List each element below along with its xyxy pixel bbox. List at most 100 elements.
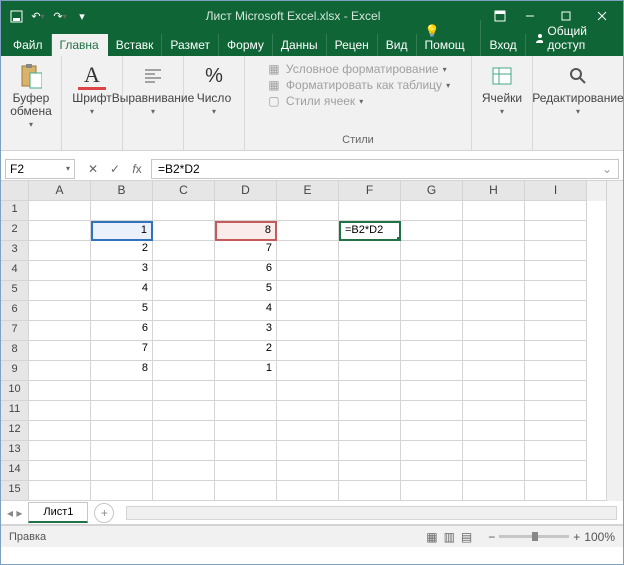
cell-A12[interactable] — [29, 421, 91, 441]
cell-B8[interactable]: 7 — [91, 341, 153, 361]
cell-A10[interactable] — [29, 381, 91, 401]
cell-E5[interactable] — [277, 281, 339, 301]
cell-F10[interactable] — [339, 381, 401, 401]
cell-B13[interactable] — [91, 441, 153, 461]
cell-E15[interactable] — [277, 481, 339, 501]
cell-C9[interactable] — [153, 361, 215, 381]
cell-A14[interactable] — [29, 461, 91, 481]
ribbon-options-icon[interactable] — [489, 5, 511, 27]
cell-D3[interactable]: 7 — [215, 241, 277, 261]
cell-H1[interactable] — [463, 201, 525, 221]
cell-I3[interactable] — [525, 241, 587, 261]
cell-B4[interactable]: 3 — [91, 261, 153, 281]
cell-D10[interactable] — [215, 381, 277, 401]
cell-B5[interactable]: 4 — [91, 281, 153, 301]
cell-D9[interactable]: 1 — [215, 361, 277, 381]
cell-I7[interactable] — [525, 321, 587, 341]
cell-E2[interactable] — [277, 221, 339, 241]
row-header[interactable]: 5 — [1, 281, 29, 301]
cell-G5[interactable] — [401, 281, 463, 301]
cell-A7[interactable] — [29, 321, 91, 341]
cell-A6[interactable] — [29, 301, 91, 321]
cell-A8[interactable] — [29, 341, 91, 361]
cell-G8[interactable] — [401, 341, 463, 361]
row-header[interactable]: 6 — [1, 301, 29, 321]
cell-G2[interactable] — [401, 221, 463, 241]
cell-D12[interactable] — [215, 421, 277, 441]
cell-H9[interactable] — [463, 361, 525, 381]
cell-C12[interactable] — [153, 421, 215, 441]
row-header[interactable]: 8 — [1, 341, 29, 361]
row-header[interactable]: 1 — [1, 201, 29, 221]
format-as-table-button[interactable]: ▦Форматировать как таблицу ▾ — [266, 78, 450, 92]
cell-A3[interactable] — [29, 241, 91, 261]
page-break-view-icon[interactable]: ▤ — [461, 530, 472, 544]
tab-review[interactable]: Рецен — [327, 34, 378, 56]
cell-B3[interactable]: 2 — [91, 241, 153, 261]
cell-F8[interactable] — [339, 341, 401, 361]
tab-insert[interactable]: Вставк — [108, 34, 163, 56]
cell-C4[interactable] — [153, 261, 215, 281]
cell-E4[interactable] — [277, 261, 339, 281]
cell-D8[interactable]: 2 — [215, 341, 277, 361]
cell-F12[interactable] — [339, 421, 401, 441]
cell-C15[interactable] — [153, 481, 215, 501]
row-header[interactable]: 11 — [1, 401, 29, 421]
row-header[interactable]: 9 — [1, 361, 29, 381]
tab-file[interactable]: Файл — [5, 34, 52, 56]
cell-G15[interactable] — [401, 481, 463, 501]
normal-view-icon[interactable]: ▦ — [426, 530, 437, 544]
cell-F15[interactable] — [339, 481, 401, 501]
number-button[interactable]: % Число▾ — [190, 60, 238, 119]
col-header-C[interactable]: C — [153, 181, 215, 201]
expand-formula-icon[interactable]: ⌄ — [602, 162, 612, 176]
cell-G9[interactable] — [401, 361, 463, 381]
col-header-I[interactable]: I — [525, 181, 587, 201]
row-header[interactable]: 14 — [1, 461, 29, 481]
cell-E14[interactable] — [277, 461, 339, 481]
cell-B6[interactable]: 5 — [91, 301, 153, 321]
cell-G13[interactable] — [401, 441, 463, 461]
col-header-F[interactable]: F — [339, 181, 401, 201]
cell-G14[interactable] — [401, 461, 463, 481]
cell-G11[interactable] — [401, 401, 463, 421]
cell-D2[interactable]: 8 — [215, 221, 277, 241]
cell-D7[interactable]: 3 — [215, 321, 277, 341]
cell-C1[interactable] — [153, 201, 215, 221]
cell-F11[interactable] — [339, 401, 401, 421]
cell-H11[interactable] — [463, 401, 525, 421]
tab-help[interactable]: 💡 Помощ — [417, 20, 482, 56]
cell-F9[interactable] — [339, 361, 401, 381]
cell-B9[interactable]: 8 — [91, 361, 153, 381]
cell-I13[interactable] — [525, 441, 587, 461]
cell-D4[interactable]: 6 — [215, 261, 277, 281]
row-header[interactable]: 2 — [1, 221, 29, 241]
col-header-B[interactable]: B — [91, 181, 153, 201]
cell-H5[interactable] — [463, 281, 525, 301]
cell-B15[interactable] — [91, 481, 153, 501]
cell-C2[interactable] — [153, 221, 215, 241]
cell-E10[interactable] — [277, 381, 339, 401]
cell-G12[interactable] — [401, 421, 463, 441]
cell-A15[interactable] — [29, 481, 91, 501]
cell-I6[interactable] — [525, 301, 587, 321]
formula-input[interactable]: =B2*D2⌄ — [151, 159, 619, 179]
enter-formula-icon[interactable]: ✓ — [107, 162, 123, 176]
cell-A13[interactable] — [29, 441, 91, 461]
conditional-formatting-button[interactable]: ▦Условное форматирование ▾ — [266, 62, 450, 76]
cell-I2[interactable] — [525, 221, 587, 241]
row-header[interactable]: 10 — [1, 381, 29, 401]
page-layout-view-icon[interactable]: ▥ — [444, 530, 455, 544]
col-header-E[interactable]: E — [277, 181, 339, 201]
cell-A5[interactable] — [29, 281, 91, 301]
cell-C5[interactable] — [153, 281, 215, 301]
font-button[interactable]: A Шрифт▾ — [68, 60, 116, 119]
cell-D6[interactable]: 4 — [215, 301, 277, 321]
cell-A9[interactable] — [29, 361, 91, 381]
cell-C11[interactable] — [153, 401, 215, 421]
zoom-slider[interactable] — [499, 535, 569, 538]
tab-formulas[interactable]: Форму — [219, 34, 273, 56]
editing-button[interactable]: Редактирование▾ — [539, 60, 617, 119]
cell-H3[interactable] — [463, 241, 525, 261]
cell-D11[interactable] — [215, 401, 277, 421]
